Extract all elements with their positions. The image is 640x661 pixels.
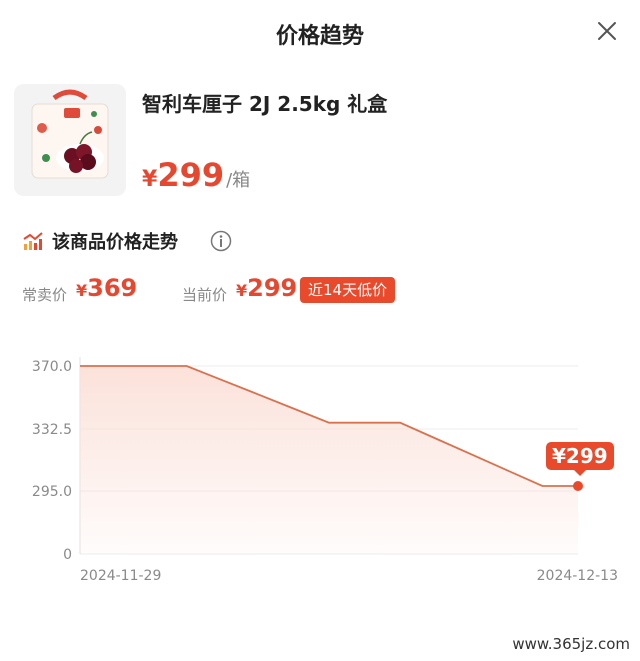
x-tick-label: 2024-11-29 <box>80 568 161 584</box>
regular-price-currency: ¥ <box>76 281 88 300</box>
watermark: www.365jz.com <box>512 635 630 653</box>
regular-price-value: 369 <box>87 274 138 302</box>
current-price-value: 299 <box>247 274 298 302</box>
price-trend-chart: 370.0 332.5 295.0 0 2024-11-29 2024-12-13 ¥29… <box>0 345 640 595</box>
trend-title: 该商品价格走势 <box>52 232 178 253</box>
current-price-currency: ¥ <box>236 281 248 300</box>
product-name: 智利车厘子 2J 2.5kg 礼盒 <box>142 92 388 116</box>
close-icon[interactable] <box>596 20 618 42</box>
low-price-badge: 近14天低价 <box>300 277 396 303</box>
product-image <box>14 84 126 196</box>
y-tick-label: 0 <box>63 547 72 563</box>
current-price-label: 当前价 <box>182 286 228 304</box>
price-summary: 常卖价 ¥369 当前价 ¥299 近14天低价 <box>22 274 622 310</box>
y-tick-label: 370.0 <box>32 359 72 375</box>
info-icon[interactable] <box>210 230 232 252</box>
product-card[interactable]: 智利车厘子 2J 2.5kg 礼盒 ¥299/箱 <box>14 84 626 200</box>
price-unit: /箱 <box>226 170 251 191</box>
current-price-tag: ¥299 <box>546 442 614 476</box>
regular-price-label: 常卖价 <box>22 286 68 304</box>
price-area <box>80 366 578 554</box>
x-tick-label: 2024-12-13 <box>537 568 618 584</box>
trend-header: 该商品价格走势 <box>22 226 322 256</box>
regular-price: ¥369 <box>76 274 137 302</box>
y-tick-label: 332.5 <box>32 422 72 438</box>
header: 价格趋势 <box>0 0 640 64</box>
price-chart-svg: 370.0 332.5 295.0 0 2024-11-29 2024-12-13 <box>32 357 618 584</box>
price-currency: ¥ <box>142 167 158 192</box>
price-value: 299 <box>157 156 225 194</box>
trend-chart-icon <box>22 230 44 252</box>
current-price: ¥299 <box>236 274 297 302</box>
page-title: 价格趋势 <box>275 24 364 49</box>
last-price-point <box>573 481 583 491</box>
y-tick-label: 295.0 <box>32 484 72 500</box>
product-price: ¥299/箱 <box>142 156 250 194</box>
